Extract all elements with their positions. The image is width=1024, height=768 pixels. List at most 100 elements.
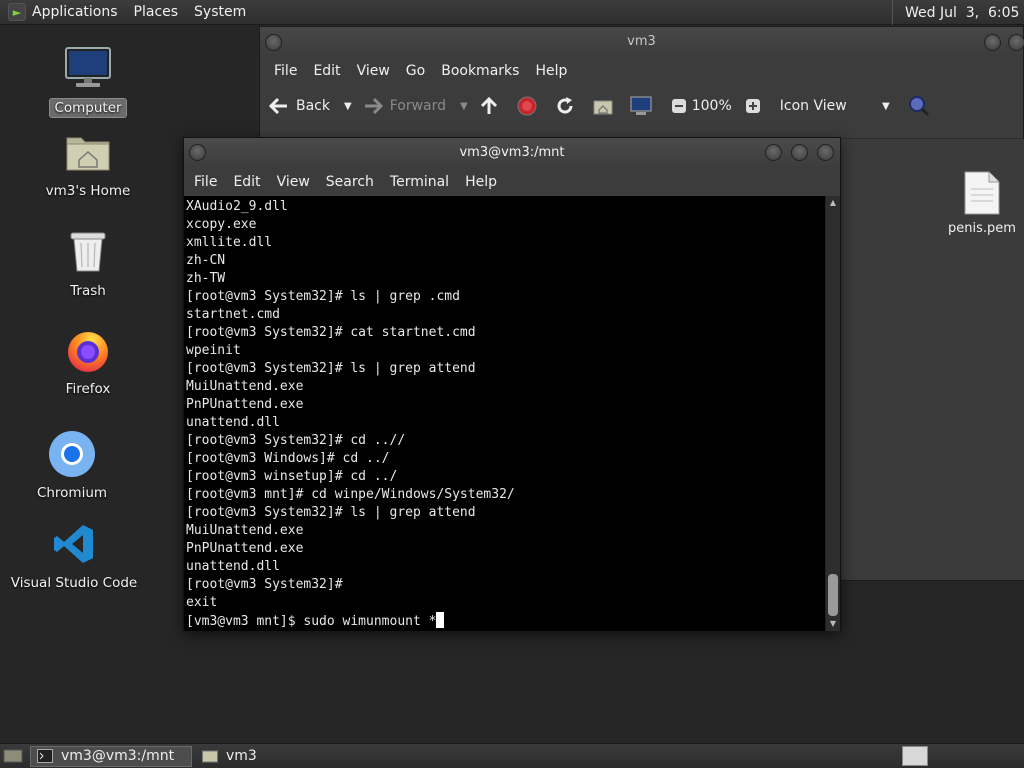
menu-places[interactable]: Places [126,4,187,20]
menu-edit[interactable]: Edit [225,174,268,190]
scroll-up-icon[interactable]: ▲ [826,196,840,210]
maximize-button[interactable] [791,144,808,161]
back-label: Back [296,98,330,114]
menu-file[interactable]: File [186,174,225,190]
minimize-button[interactable] [984,34,1001,51]
menu-applications[interactable]: Applications [30,4,126,20]
computer-button[interactable] [630,95,658,117]
zoom-level: 100% [691,98,732,114]
stop-button[interactable] [516,95,544,117]
terminal-output[interactable]: XAudio2_9.dll xcopy.exe xmllite.dll zh-CN zh… [184,196,826,631]
terminal-line: xmllite.dll [186,235,273,250]
back-history-dropdown-icon[interactable]: ▼ [344,101,352,112]
menu-system[interactable]: System [186,4,254,20]
home-folder-icon [64,128,112,176]
file-item[interactable]: penis.pem [940,171,1024,236]
search-icon [908,95,930,117]
taskbar-item-terminal[interactable]: vm3@vm3:/mnt [30,745,192,767]
menu-file[interactable]: File [266,63,305,79]
desktop-icon-trash[interactable]: Trash [28,228,148,300]
zoom-out-button[interactable]: 100% [668,95,732,117]
maximize-button[interactable] [1008,34,1024,51]
view-mode-value: Icon View [779,98,847,114]
file-manager-toolbar: Back ▼ Forward ▼ 100% Icon View ▼ [260,83,1023,129]
taskbar-item-label: vm3 [226,748,257,764]
desktop-icon-firefox[interactable]: Firefox [28,326,148,398]
computer-icon [64,44,112,92]
terminal-line: exit [186,595,218,610]
menu-help[interactable]: Help [527,63,575,79]
terminal-line: [root@vm3 winsetup]# cd ../ [186,469,398,484]
folder-icon [202,749,218,763]
terminal-scrollbar[interactable]: ▲ ▼ [825,196,840,631]
menu-go[interactable]: Go [398,63,433,79]
terminal-line: wpeinit [186,343,241,358]
reload-icon [554,95,576,117]
desktop-icon-label: Computer [49,98,127,118]
desktop-icon-chromium[interactable]: Chromium [12,430,132,502]
terminal-line: [root@vm3 System32]# ls | grep .cmd [186,289,460,304]
window-title: vm3@vm3:/mnt [459,145,565,160]
terminal-line: zh-CN [186,253,226,268]
terminal-titlebar[interactable]: vm3@vm3:/mnt [184,138,840,168]
terminal-line: [root@vm3 mnt]# cd winpe/Windows/System3… [186,487,515,502]
terminal-menubar: File Edit View Search Terminal Help [184,168,840,196]
menu-bookmarks[interactable]: Bookmarks [433,63,527,79]
scroll-down-icon[interactable]: ▼ [826,617,840,631]
reload-button[interactable] [554,95,582,117]
desktop-icon-label: Chromium [36,485,108,501]
terminal-line: [root@vm3 Windows]# cd ../ [186,451,390,466]
forward-button[interactable]: Forward ▼ [362,95,468,117]
taskbar-item-file-manager[interactable]: vm3 [196,746,263,767]
close-button[interactable] [817,144,834,161]
forward-history-dropdown-icon[interactable]: ▼ [460,101,468,112]
home-button[interactable] [592,95,620,117]
desktop-icon-label: Trash [70,283,106,299]
terminal-line: [root@vm3 System32]# ls | grep attend [186,505,476,520]
terminal-line: [root@vm3 System32]# [186,577,343,592]
text-cursor [436,612,445,628]
terminal-line: unattend.dll [186,415,280,430]
menu-view[interactable]: View [269,174,318,190]
desktop-icon-label: vm3's Home [45,183,131,199]
terminal-line: unattend.dll [186,559,280,574]
up-button[interactable] [478,95,506,117]
desktop-icon-vscode[interactable]: Visual Studio Code [11,520,137,592]
menu-help[interactable]: Help [457,174,505,190]
minimize-button[interactable] [765,144,782,161]
view-mode-select[interactable]: Icon View ▼ [780,98,890,114]
stop-icon [516,95,538,117]
computer-icon [630,95,652,117]
clock[interactable]: Wed Jul 3, 6:05 PM [892,0,1024,25]
scrollbar-thumb[interactable] [828,574,838,616]
menu-search[interactable]: Search [318,174,382,190]
menu-view[interactable]: View [349,63,398,79]
top-panel: ► Applications Places System Wed Jul 3, … [0,0,1024,25]
terminal-icon [37,749,53,763]
menu-terminal[interactable]: Terminal [382,174,457,190]
terminal-line: MuiUnattend.exe [186,523,304,538]
show-desktop-button[interactable] [2,746,24,766]
menu-edit[interactable]: Edit [305,63,348,79]
chevron-down-icon: ▼ [882,100,890,112]
desktop-icon-computer[interactable]: Computer [28,44,148,118]
terminal-window[interactable]: vm3@vm3:/mnt File Edit View Search Termi… [183,137,841,631]
gnome-foot-icon[interactable]: ► [8,3,26,21]
zoom-out-icon [668,95,690,117]
firefox-icon [64,326,112,374]
terminal-line: PnPUnattend.exe [186,397,304,412]
workspace-switcher[interactable] [902,746,928,766]
zoom-in-button[interactable] [742,95,770,117]
home-folder-icon [592,95,614,117]
document-icon [964,171,1000,215]
trash-icon [64,228,112,276]
back-button[interactable]: Back ▼ [268,95,352,117]
terminal-line: PnPUnattend.exe [186,541,304,556]
show-desktop-icon [3,749,23,763]
search-button[interactable] [908,95,936,117]
file-manager-titlebar[interactable]: vm3 [260,27,1024,59]
file-item-label: penis.pem [948,221,1016,236]
window-menu-button[interactable] [265,34,282,51]
desktop-icon-home[interactable]: vm3's Home [28,128,148,200]
window-menu-button[interactable] [189,144,206,161]
